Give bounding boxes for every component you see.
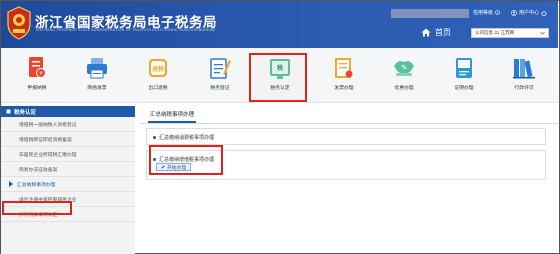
square-icon bbox=[6, 109, 11, 114]
invoice-icon bbox=[335, 58, 353, 78]
books-icon bbox=[513, 59, 535, 79]
svg-text:%: % bbox=[401, 65, 406, 71]
highlight-box-main bbox=[149, 145, 223, 175]
sidebar-title: 税务认定 bbox=[1, 106, 135, 117]
nav-item-admin-license[interactable]: 行政许可 bbox=[498, 48, 550, 103]
sidebar-item-nonresident[interactable]: 非居民企业所得税汇缴办理 bbox=[1, 147, 135, 162]
registration-icon bbox=[210, 58, 231, 79]
arrow-right-icon bbox=[9, 181, 13, 187]
sidebar-item-instant-refund[interactable]: 增值税即征即退资格备案 bbox=[1, 132, 135, 147]
nav-item-invoice[interactable]: 发票办理 bbox=[318, 48, 370, 103]
tax-emblem-icon bbox=[7, 6, 31, 40]
bullet-icon bbox=[153, 136, 156, 139]
nav-item-registration[interactable]: 税务登记 bbox=[194, 48, 246, 103]
user-icon bbox=[511, 9, 517, 16]
discount-icon: % bbox=[394, 61, 414, 76]
tax-declare-icon: ¥ bbox=[29, 57, 46, 78]
chevron-down-icon bbox=[540, 31, 545, 35]
user-center-link[interactable]: 用户中心 bbox=[511, 9, 547, 16]
power-icon bbox=[541, 10, 547, 16]
sidebar-item-consolidated-tax[interactable]: 汇总纳税事项办理 bbox=[1, 177, 135, 192]
svg-text:退税: 退税 bbox=[152, 65, 164, 73]
svg-text:¥: ¥ bbox=[39, 71, 42, 77]
nav-item-tax-declare[interactable]: ¥ 申报纳税 bbox=[11, 48, 63, 103]
export-rebate-icon: 退税 bbox=[149, 59, 167, 77]
certificate-icon bbox=[456, 58, 472, 78]
site-header: 浙江省国家税务局电子税务局 ZHEJIANG PROVINCE STATE AD… bbox=[1, 1, 558, 48]
region-select[interactable]: 公司信息 31 江苏网 bbox=[471, 28, 549, 38]
home-icon bbox=[421, 28, 431, 37]
nav-item-online-invoice[interactable]: 网络发票 bbox=[71, 48, 123, 103]
tab-strip: 汇总纳税事项办理 bbox=[140, 106, 558, 124]
main-content: 汇总纳税事项办理 汇总缴纳消费税事项办理 汇总缴纳增值税事项办理 bbox=[140, 106, 558, 254]
highlight-box-nav bbox=[249, 53, 307, 102]
nav-item-discount[interactable]: % 优惠办理 bbox=[378, 48, 430, 103]
home-link[interactable]: 首页 bbox=[421, 27, 451, 38]
tab-underline bbox=[148, 121, 196, 123]
sidebar-item-general-taxpayer[interactable]: 增值税一般纳税人资格登记 bbox=[1, 117, 135, 132]
site-subtitle: ZHEJIANG PROVINCE STATE ADMINISTRATION O… bbox=[36, 28, 216, 32]
panel-consumption-tax: 汇总缴纳消费税事项办理 bbox=[146, 128, 546, 145]
sidebar-item-simple-method[interactable]: 简易办法征收备案 bbox=[1, 162, 135, 177]
tab-consolidated-tax[interactable]: 汇总纳税事项办理 bbox=[150, 110, 194, 118]
printer-icon bbox=[87, 58, 107, 79]
highlight-box-sidebar bbox=[2, 201, 72, 215]
info-icon bbox=[495, 10, 500, 15]
item-consumption-tax[interactable]: 汇总缴纳消费税事项办理 bbox=[153, 134, 214, 141]
username-display bbox=[391, 9, 469, 18]
nav-item-certificate[interactable]: 证明办理 bbox=[438, 48, 490, 103]
sidebar: 税务认定 增值税一般纳税人资格登记 增值税即征即退资格备案 非居民企业所得税汇缴… bbox=[1, 106, 135, 254]
credit-level-link[interactable]: 信用等级 bbox=[473, 9, 500, 16]
nav-item-export-rebate[interactable]: 退税 出口退税 bbox=[132, 48, 184, 103]
